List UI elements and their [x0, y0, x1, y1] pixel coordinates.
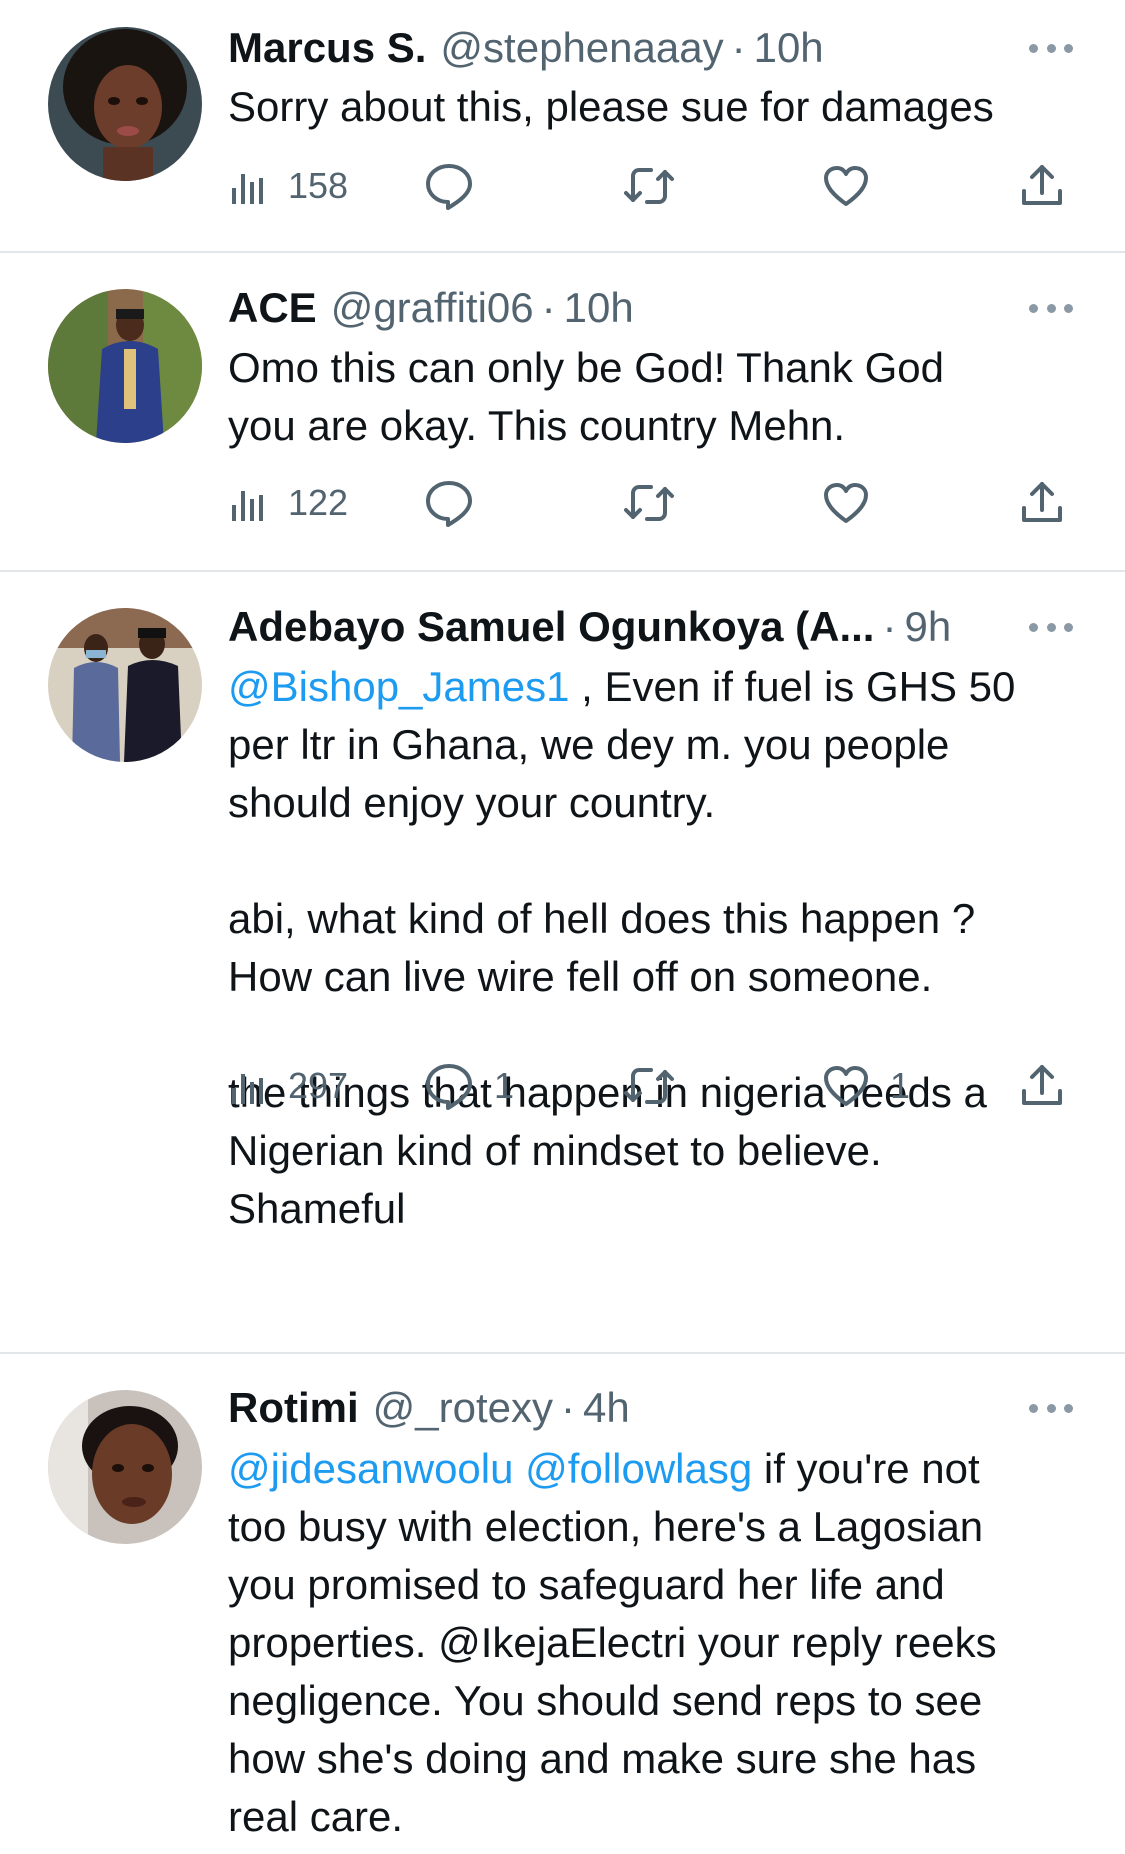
like-count: 1: [890, 1065, 911, 1106]
views-count: 122: [288, 482, 349, 523]
author-name[interactable]: ACE: [228, 284, 317, 332]
timestamp[interactable]: 10h: [754, 24, 824, 72]
separator: ·: [882, 603, 897, 650]
timestamp[interactable]: 9h: [904, 603, 951, 651]
tweet-text: Sorry about this, please sue for damages: [228, 78, 1085, 136]
tweet-text: @Bishop_James1 , Even if fuel is GHS 50 …: [228, 658, 1085, 1238]
author-name[interactable]: Adebayo Samuel Ogunkoya (A...: [228, 603, 874, 651]
tweet-header: Adebayo Samuel Ogunkoya (A... · 9h: [228, 599, 1065, 655]
share-icon: [1020, 163, 1064, 209]
views-button[interactable]: 297: [228, 1058, 348, 1114]
action-bar: 158: [228, 158, 1068, 214]
more-icon[interactable]: [1029, 1398, 1073, 1418]
avatar[interactable]: [48, 289, 202, 443]
share-icon: [1020, 480, 1064, 526]
action-bar: 297 1 1: [228, 1058, 1068, 1114]
separator: ·: [541, 284, 556, 331]
like-button[interactable]: 1: [822, 1058, 910, 1114]
timestamp[interactable]: 4h: [583, 1384, 630, 1432]
tweet[interactable]: Rotimi @_rotexy · 4h @jidesanwoolu @foll…: [0, 1354, 1125, 1854]
like-button[interactable]: [822, 158, 890, 214]
reply-button[interactable]: [424, 158, 494, 214]
author-handle[interactable]: @graffiti06: [331, 284, 534, 332]
tweet-header: Rotimi @_rotexy · 4h: [228, 1380, 1065, 1436]
tweet-header: ACE @graffiti06 · 10h: [228, 280, 1065, 336]
author-handle[interactable]: @stephenaaay: [440, 24, 723, 72]
text-segment: Sorry about this, please sue for damages: [228, 83, 994, 130]
reply-button[interactable]: 1: [424, 1058, 514, 1114]
reply-icon: [424, 479, 474, 527]
views-icon: [228, 1066, 268, 1106]
tweet[interactable]: Marcus S. @stephenaaay · 10h Sorry about…: [0, 0, 1125, 250]
more-icon[interactable]: [1029, 617, 1073, 637]
like-icon: [822, 164, 870, 208]
reply-icon: [424, 1062, 474, 1110]
author-name[interactable]: Marcus S.: [228, 24, 426, 72]
timestamp[interactable]: 10h: [564, 284, 634, 332]
mention-link[interactable]: @followlasg: [525, 1445, 752, 1492]
views-count: 297: [288, 1065, 349, 1106]
views-button[interactable]: 122: [228, 475, 348, 531]
separator: ·: [731, 24, 746, 71]
author-name[interactable]: Rotimi: [228, 1384, 359, 1432]
like-button[interactable]: [822, 475, 890, 531]
reply-count: 1: [494, 1065, 515, 1106]
views-count: 158: [288, 165, 349, 206]
text-segment: , Even if fuel is GHS 50 per ltr in Ghan…: [228, 663, 1016, 1232]
tweet-header: Marcus S. @stephenaaay · 10h: [228, 20, 1065, 76]
share-button[interactable]: [1020, 475, 1064, 531]
author-handle[interactable]: @_rotexy: [373, 1384, 553, 1432]
tweet[interactable]: ACE @graffiti06 · 10h Omo this can only …: [0, 253, 1125, 569]
text-segment: if you're not too busy with election, he…: [228, 1445, 997, 1840]
action-bar: 122: [228, 475, 1068, 531]
retweet-icon: [623, 164, 675, 208]
share-button[interactable]: [1020, 1058, 1064, 1114]
like-icon: [822, 481, 870, 525]
reply-icon: [424, 162, 474, 210]
text-segment: [513, 1445, 525, 1492]
views-icon: [228, 483, 268, 523]
more-icon[interactable]: [1029, 298, 1073, 318]
avatar[interactable]: [48, 608, 202, 762]
mention-link[interactable]: @Bishop_James1: [228, 663, 569, 710]
share-icon: [1020, 1063, 1064, 1109]
views-button[interactable]: 158: [228, 158, 348, 214]
retweet-icon: [623, 481, 675, 525]
mention-link[interactable]: @jidesanwoolu: [228, 1445, 513, 1492]
reply-button[interactable]: [424, 475, 494, 531]
retweet-button[interactable]: [623, 158, 695, 214]
separator: ·: [561, 1384, 576, 1431]
share-button[interactable]: [1020, 158, 1064, 214]
tweet-text: @jidesanwoolu @followlasg if you're not …: [228, 1440, 1085, 1846]
text-segment: Omo this can only be God! Thank God you …: [228, 344, 944, 449]
views-icon: [228, 166, 268, 206]
tweet[interactable]: Adebayo Samuel Ogunkoya (A... · 9h @Bish…: [0, 572, 1125, 1352]
avatar[interactable]: [48, 1390, 202, 1544]
avatar[interactable]: [48, 27, 202, 181]
tweet-text: Omo this can only be God! Thank God you …: [228, 339, 1085, 455]
like-icon: [822, 1064, 870, 1108]
retweet-button[interactable]: [623, 475, 695, 531]
retweet-icon: [623, 1064, 675, 1108]
retweet-button[interactable]: [623, 1058, 695, 1114]
more-icon[interactable]: [1029, 38, 1073, 58]
